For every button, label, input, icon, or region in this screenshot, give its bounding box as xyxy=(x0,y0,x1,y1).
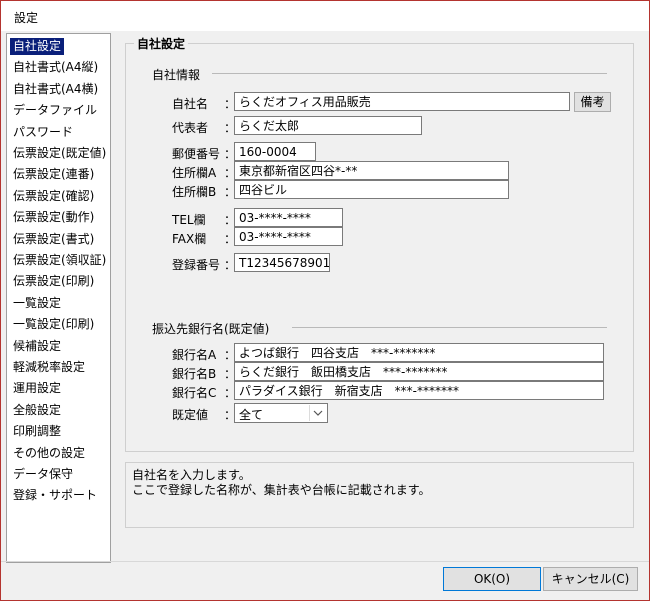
tel-field[interactable]: 03-****-**** xyxy=(234,208,343,227)
tel-label: TEL欄 xyxy=(172,213,206,227)
sidebar-item-candidates[interactable]: 候補設定 xyxy=(10,338,64,355)
ok-button[interactable]: OK(O) xyxy=(443,567,541,591)
company-info-heading: 自社情報 xyxy=(152,68,201,82)
sidebar-item-general[interactable]: 全般設定 xyxy=(10,402,64,419)
sidebar-item-slip-defaults[interactable]: 伝票設定(既定値) xyxy=(10,145,109,162)
address-b-field[interactable]: 四谷ビル xyxy=(234,180,509,199)
fax-field[interactable]: 03-****-**** xyxy=(234,227,343,246)
registration-number-label: 登録番号 xyxy=(172,258,221,272)
address-b-label: 住所欄B xyxy=(172,185,217,199)
notes-button[interactable]: 備考 xyxy=(574,92,611,112)
sidebar-item-registration-support[interactable]: 登録・サポート xyxy=(10,487,100,504)
panel-title: 自社設定 xyxy=(134,35,189,52)
sidebar-item-slip-format[interactable]: 伝票設定(書式) xyxy=(10,231,97,248)
section-divider xyxy=(212,73,607,74)
representative-label: 代表者 xyxy=(172,121,209,135)
sidebar-item-slip-receipt[interactable]: 伝票設定(領収証) xyxy=(10,252,109,269)
sidebar-item-company-format-portrait[interactable]: 自社書式(A4縦) xyxy=(10,59,101,76)
settings-category-list[interactable]: 自社設定 自社書式(A4縦) 自社書式(A4横) データファイル パスワード 伝… xyxy=(6,33,111,563)
address-a-label: 住所欄A xyxy=(172,166,217,180)
sidebar-item-company[interactable]: 自社設定 xyxy=(10,38,65,55)
company-name-label: 自社名 xyxy=(172,97,209,111)
address-a-field[interactable]: 東京都新宿区四谷*-** xyxy=(234,161,509,180)
fax-label: FAX欄 xyxy=(172,232,207,246)
sidebar-item-slip-confirm[interactable]: 伝票設定(確認) xyxy=(10,188,97,205)
registration-number-field[interactable]: T1234567890123 xyxy=(234,253,330,272)
sidebar-item-slip-behavior[interactable]: 伝票設定(動作) xyxy=(10,209,97,226)
sidebar-item-list[interactable]: 一覧設定 xyxy=(10,295,64,312)
bank-c-field[interactable]: パラダイス銀行 新宿支店 ***-******* xyxy=(234,381,604,400)
sidebar-item-print-adjust[interactable]: 印刷調整 xyxy=(10,423,64,440)
bank-section-heading: 振込先銀行名(既定値) xyxy=(152,322,270,336)
sidebar-item-operation[interactable]: 運用設定 xyxy=(10,380,64,397)
default-bank-select[interactable]: 全て xyxy=(234,403,328,423)
default-bank-label: 既定値 xyxy=(172,408,209,422)
bank-b-label: 銀行名B xyxy=(172,367,217,381)
sidebar-item-password[interactable]: パスワード xyxy=(10,124,76,141)
bank-c-label: 銀行名C xyxy=(172,386,217,400)
sidebar-item-company-format-landscape[interactable]: 自社書式(A4横) xyxy=(10,81,101,98)
sidebar-item-data-maintenance[interactable]: データ保守 xyxy=(10,466,76,483)
postal-code-field[interactable]: 160-0004 xyxy=(234,142,316,161)
chevron-down-icon[interactable] xyxy=(309,405,326,421)
sidebar-item-slip-print[interactable]: 伝票設定(印刷) xyxy=(10,273,97,290)
default-bank-value: 全て xyxy=(239,408,264,422)
sidebar-item-data-file[interactable]: データファイル xyxy=(10,102,100,119)
help-text-line-2: ここで登録した名称が、集計表や台帳に記載されます。 xyxy=(132,483,431,497)
footer-divider xyxy=(1,561,649,562)
bank-a-label: 銀行名A xyxy=(172,348,217,362)
sidebar-item-slip-numbering[interactable]: 伝票設定(連番) xyxy=(10,166,97,183)
help-text-line-1: 自社名を入力します。 xyxy=(132,468,251,482)
company-name-field[interactable]: らくだオフィス用品販売 xyxy=(234,92,570,111)
bank-a-field[interactable]: よつば銀行 四谷支店 ***-******* xyxy=(234,343,604,362)
representative-field[interactable]: らくだ太郎 xyxy=(234,116,422,135)
title-bar: 設定 xyxy=(1,1,649,31)
sidebar-item-other[interactable]: その他の設定 xyxy=(10,445,88,462)
window-title: 設定 xyxy=(14,11,39,25)
sidebar-item-list-print[interactable]: 一覧設定(印刷) xyxy=(10,316,97,333)
postal-code-label: 郵便番号 xyxy=(172,147,221,161)
cancel-button[interactable]: キャンセル(C) xyxy=(543,567,638,591)
bank-b-field[interactable]: らくだ銀行 飯田橋支店 ***-******* xyxy=(234,362,604,381)
section-divider xyxy=(292,327,607,328)
sidebar-item-reduced-tax[interactable]: 軽減税率設定 xyxy=(10,359,88,376)
